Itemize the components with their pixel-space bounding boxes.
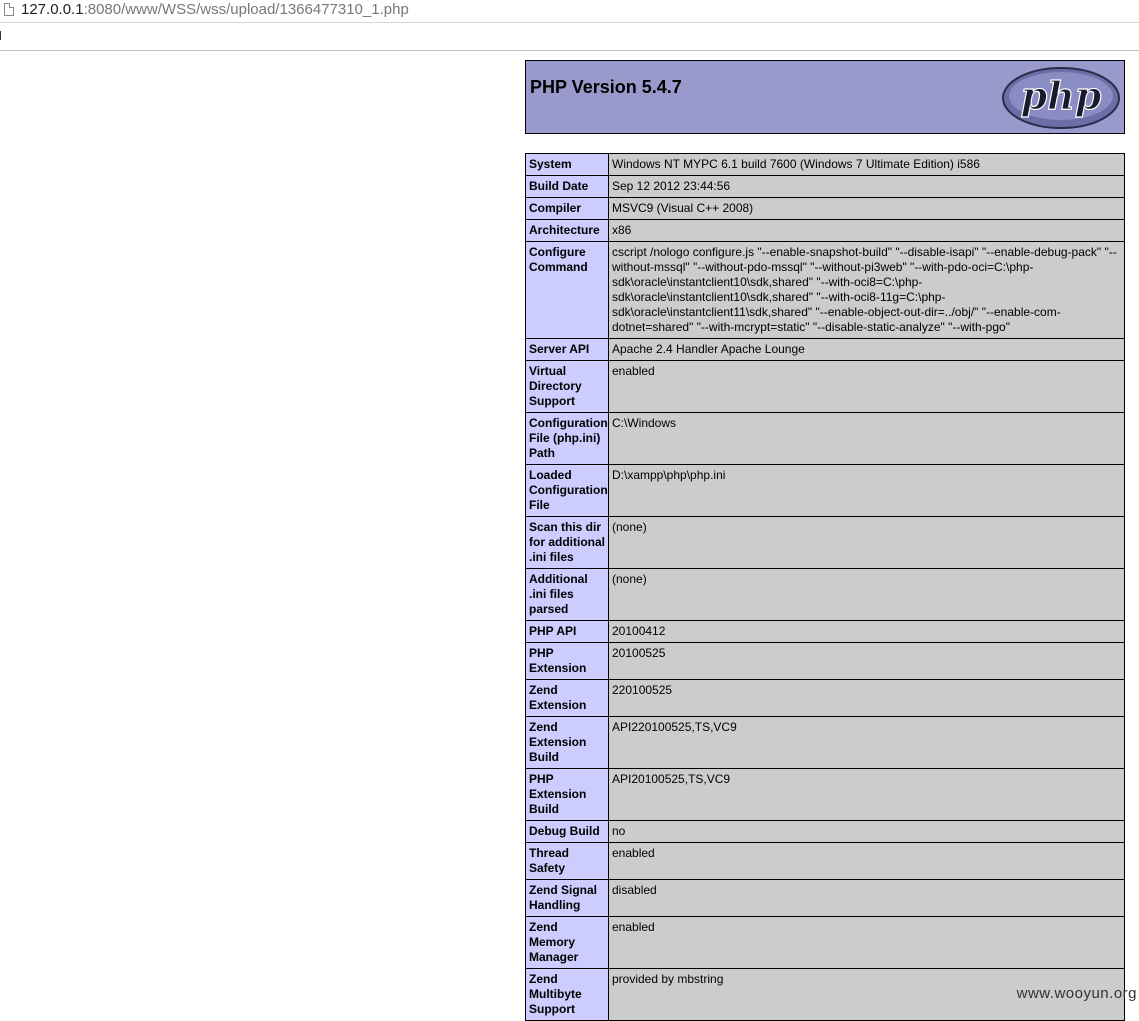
page-title: PHP Version 5.4.7	[530, 77, 682, 97]
info-key: Debug Build	[525, 820, 609, 843]
info-row: Loaded Configuration File D:\xampp\php\ph…	[525, 464, 1125, 517]
info-key: Build Date	[525, 175, 609, 198]
info-key: Zend Extension Build	[525, 716, 609, 769]
info-row: Configuration File (php.ini) Path C:\Wind…	[525, 412, 1125, 465]
info-key: Compiler	[525, 197, 609, 220]
info-value: MSVC9 (Visual C++ 2008)	[608, 197, 1125, 220]
info-value: no	[608, 820, 1125, 843]
php-logo-icon: php	[1002, 67, 1120, 129]
info-value: 20100525	[608, 642, 1125, 680]
info-row: Zend Signal Handling disabled	[525, 879, 1125, 917]
php-logo-text: php	[1021, 73, 1102, 118]
info-value: 220100525	[608, 679, 1125, 717]
info-value: x86	[608, 219, 1125, 242]
info-row: Configure Command cscript /nologo configu…	[525, 241, 1125, 339]
system-info-table: System Windows NT MYPC 6.1 build 7600 (Wi…	[525, 153, 1125, 1021]
info-key: Virtual Directory Support	[525, 360, 609, 413]
info-row: PHP API 20100412	[525, 620, 1125, 643]
info-row: Debug Build no	[525, 820, 1125, 843]
address-url[interactable]: 127.0.0.1:8080/www/WSS/wss/upload/136647…	[21, 0, 409, 20]
page-icon	[4, 3, 14, 16]
info-key: System	[525, 153, 609, 176]
url-host: 127.0.0.1	[21, 1, 84, 18]
info-value: Apache 2.4 Handler Apache Lounge	[608, 338, 1125, 361]
info-row: PHP Extension Build API20100525,TS,VC9	[525, 768, 1125, 821]
info-key: Architecture	[525, 219, 609, 242]
info-row: Thread Safety enabled	[525, 842, 1125, 880]
info-row: Additional .ini files parsed (none)	[525, 568, 1125, 621]
info-value: 20100412	[608, 620, 1125, 643]
info-value: cscript /nologo configure.js "--enable-s…	[608, 241, 1125, 339]
info-key: Zend Memory Manager	[525, 916, 609, 969]
info-key: Configure Command	[525, 241, 609, 339]
info-value: Sep 12 2012 23:44:56	[608, 175, 1125, 198]
info-key: PHP Extension Build	[525, 768, 609, 821]
info-key: Zend Signal Handling	[525, 879, 609, 917]
info-value: Windows NT MYPC 6.1 build 7600 (Windows …	[608, 153, 1125, 176]
info-value: enabled	[608, 916, 1125, 969]
info-value: disabled	[608, 879, 1125, 917]
info-value: D:\xampp\php\php.ini	[608, 464, 1125, 517]
find-bar[interactable]	[0, 22, 1139, 51]
url-path: :8080/www/WSS/wss/upload/1366477310_1.ph…	[83, 1, 409, 18]
info-value: API20100525,TS,VC9	[608, 768, 1125, 821]
info-row: Zend Extension 220100525	[525, 679, 1125, 717]
info-key: Loaded Configuration File	[525, 464, 609, 517]
info-row: Server API Apache 2.4 Handler Apache Loun…	[525, 338, 1125, 361]
info-row: Zend Extension Build API220100525,TS,VC9	[525, 716, 1125, 769]
info-row: Scan this dir for additional .ini files(…	[525, 516, 1125, 569]
info-value: enabled	[608, 360, 1125, 413]
info-value: enabled	[608, 842, 1125, 880]
info-value: (none)	[608, 568, 1125, 621]
text-caret	[0, 31, 1, 40]
watermark: www.wooyun.org	[1016, 985, 1137, 1002]
php-version-header: PHP Version 5.4.7 php	[525, 60, 1125, 134]
info-key: PHP Extension	[525, 642, 609, 680]
info-key: Scan this dir for additional .ini files	[525, 516, 609, 569]
info-key: Configuration File (php.ini) Path	[525, 412, 609, 465]
info-row: Compiler MSVC9 (Visual C++ 2008)	[525, 197, 1125, 220]
info-value: API220100525,TS,VC9	[608, 716, 1125, 769]
info-row: Virtual Directory Support enabled	[525, 360, 1125, 413]
address-bar[interactable]: 127.0.0.1:8080/www/WSS/wss/upload/136647…	[0, 0, 1139, 22]
info-row: Build Date Sep 12 2012 23:44:56	[525, 175, 1125, 198]
info-value: C:\Windows	[608, 412, 1125, 465]
info-row: System Windows NT MYPC 6.1 build 7600 (Wi…	[525, 153, 1125, 176]
phpinfo-container: PHP Version 5.4.7 php System Windows NT M…	[525, 60, 1125, 1021]
info-key: Additional .ini files parsed	[525, 568, 609, 621]
info-key: Zend Multibyte Support	[525, 968, 609, 1021]
info-row: Zend Memory Manager enabled	[525, 916, 1125, 969]
info-row: Architecture x86	[525, 219, 1125, 242]
info-row: PHP Extension 20100525	[525, 642, 1125, 680]
info-value: (none)	[608, 516, 1125, 569]
info-key: Zend Extension	[525, 679, 609, 717]
info-key: Server API	[525, 338, 609, 361]
info-key: PHP API	[525, 620, 609, 643]
info-key: Thread Safety	[525, 842, 609, 880]
